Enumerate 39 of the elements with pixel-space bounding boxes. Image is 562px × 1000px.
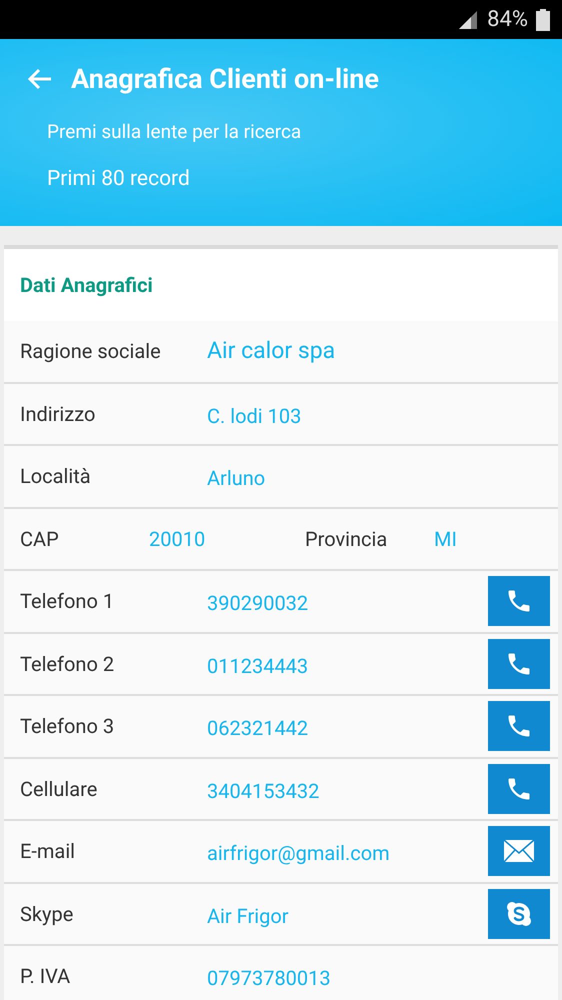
header-subtitle: Premi sulla lente per la ricerca: [47, 118, 302, 144]
field-label: Cellulare: [20, 776, 98, 803]
field-value: Arluno: [207, 465, 266, 492]
field-label: Skype: [20, 900, 74, 928]
field-value: Air Frigor: [207, 902, 290, 930]
signal-icon: [457, 10, 480, 28]
field-value: 07973780013: [207, 965, 332, 992]
field-label: Telefono 2: [20, 650, 116, 678]
field-label: Telefono 3: [20, 713, 116, 740]
field-value: 20010: [149, 526, 206, 553]
email-button[interactable]: [488, 826, 550, 876]
call-button[interactable]: [488, 764, 550, 814]
field-value: Air calor spa: [207, 336, 336, 366]
battery-icon: [536, 8, 550, 30]
call-button[interactable]: [488, 576, 550, 626]
field-value: C. lodi 103: [207, 402, 302, 430]
field-label: Provincia: [305, 526, 388, 553]
field-label: Telefono 1: [20, 588, 116, 616]
skype-button[interactable]: [488, 888, 550, 939]
field-value: airfrigor@gmail.com: [207, 840, 391, 868]
back-arrow-icon[interactable]: [27, 67, 53, 92]
header-subtitle: Primi 80 record: [47, 166, 191, 193]
section-title: Dati Anagrafici: [20, 272, 153, 299]
field-label: Ragione sociale: [20, 338, 162, 366]
battery-percentage: 84%: [487, 6, 528, 34]
field-value: 011234443: [207, 652, 310, 680]
field-label: Indirizzo: [20, 400, 96, 428]
field-value: 390290032: [207, 590, 310, 618]
envelope-icon: [503, 839, 535, 864]
field-value: 3404153432: [207, 778, 320, 805]
field-value: MI: [434, 526, 457, 553]
field-label: P. IVA: [20, 963, 72, 990]
field-value: 062321442: [207, 715, 310, 742]
field-label: E-mail: [20, 838, 76, 866]
call-button[interactable]: [488, 638, 550, 689]
call-button[interactable]: [488, 701, 550, 752]
screen-title: Anagrafica Clienti on-line: [71, 62, 379, 97]
field-label: CAP: [20, 526, 60, 553]
field-label: Località: [20, 463, 92, 490]
